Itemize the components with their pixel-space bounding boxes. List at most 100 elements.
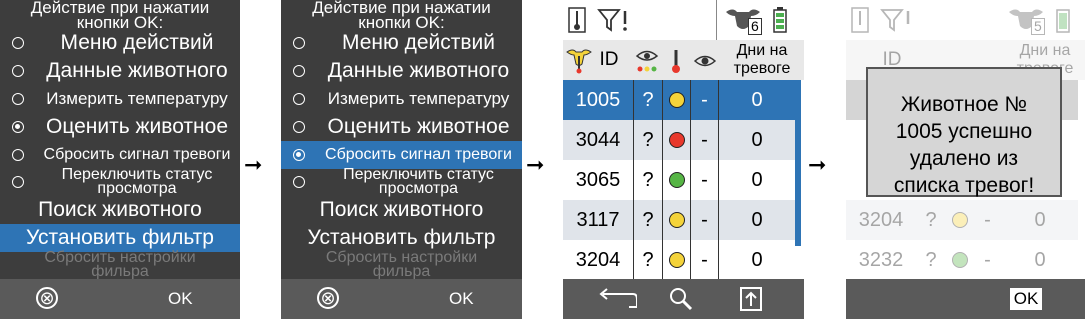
row-view-status: - — [701, 248, 708, 271]
row-id: 3204 — [575, 248, 621, 271]
radio-icon — [293, 176, 305, 188]
set-filter-item[interactable]: Установить фильтр — [281, 224, 522, 252]
radio-icon — [12, 176, 24, 188]
row-status: ? — [642, 128, 654, 151]
menu-item-rate-animal[interactable]: Оценить животное — [0, 113, 240, 141]
radio-icon — [293, 121, 305, 133]
search-animal-item[interactable]: Поиск животного — [0, 196, 240, 224]
radio-icon — [12, 149, 24, 161]
radio-icon — [293, 37, 305, 49]
table-row[interactable]: 3065? - 0 — [563, 160, 795, 200]
table-row[interactable]: 3044? - 0 — [563, 120, 795, 160]
search-icon[interactable] — [669, 287, 693, 311]
menu-item-animal-data[interactable]: Данные животного — [0, 57, 240, 85]
table-row[interactable]: 3117? - 0 — [563, 200, 795, 240]
scrollbar[interactable] — [795, 80, 801, 246]
menu-item-reset-alarm[interactable]: Сбросить сигнал тревоги — [0, 141, 240, 169]
row-status: ? — [925, 248, 937, 271]
row-temp-indicator — [663, 200, 690, 240]
row-days: 0 — [1034, 248, 1046, 271]
row-temp-indicator — [663, 240, 690, 280]
thermometer-scale-icon[interactable] — [567, 7, 587, 33]
dialog-text-line: удалено из — [909, 147, 1019, 170]
menu-item-actions[interactable]: Меню действий — [281, 29, 522, 57]
alarm-list-panel: 6 ID Дни на тревоге 1005 ? - 0 3044 ? - … — [563, 0, 804, 319]
softkey-bar: OK — [846, 279, 1085, 319]
list-header: ID Дни на тревоге — [563, 40, 804, 80]
dialog-text-line: 1005 успешно — [895, 120, 1033, 143]
set-filter-item[interactable]: Установить фильтр — [0, 224, 240, 252]
menu-item-toggle-view[interactable]: Переключить статус просмотра — [0, 166, 240, 197]
search-animal-item[interactable]: Поиск животного — [281, 196, 522, 224]
thermometer-icon — [672, 50, 680, 73]
row-id: 3044 — [575, 128, 621, 151]
row-days: 0 — [751, 248, 763, 271]
row-temp-indicator — [663, 120, 690, 160]
row-status: ? — [642, 208, 654, 231]
softkey-bar: ⊗ OK — [281, 279, 522, 319]
radio-selected-icon — [12, 121, 24, 133]
menu-item-measure-temp[interactable]: Измерить температуру — [281, 85, 522, 113]
cancel-icon[interactable]: ⊗ — [36, 287, 58, 309]
battery-icon — [773, 7, 787, 33]
menu-header: Действие при нажатии кнопки OK: — [312, 0, 491, 32]
menu-item-animal-data[interactable]: Данные животного — [281, 57, 522, 85]
row-id: 3204 — [858, 208, 904, 231]
menu-item-reset-alarm[interactable]: Сбросить сигнал тревоги — [281, 141, 522, 169]
table-row[interactable]: 3204? - 0 — [846, 200, 1078, 240]
ok-button[interactable]: OK — [449, 289, 474, 309]
ok-button[interactable]: OK — [168, 289, 193, 309]
table-row[interactable]: 1005? - 0 — [563, 80, 795, 120]
list-toolbar: 6 — [563, 0, 804, 41]
row-view-status: - — [701, 168, 708, 191]
column-days-on-alarm: Дни на тревоге — [733, 42, 791, 77]
menu-item-label: Переключить статус просмотра — [61, 166, 213, 197]
battery-icon — [1056, 9, 1070, 33]
arrow-icon: ➞ — [244, 152, 263, 177]
status-dot-icon — [668, 172, 685, 188]
radio-icon — [12, 93, 24, 105]
status-dot-icon — [668, 132, 685, 148]
menu-header: Действие при нажатии кнопки OK: — [0, 0, 240, 31]
menu-item-measure-temp[interactable]: Измерить температуру — [0, 85, 240, 113]
row-temp-indicator — [946, 200, 973, 240]
upload-icon[interactable] — [739, 286, 763, 312]
ok-button[interactable]: OK — [1010, 288, 1042, 310]
table-row[interactable]: 3204? - 0 — [563, 240, 795, 280]
dialog-text-line: списка тревог! — [893, 174, 1035, 197]
cancel-icon[interactable]: ⊗ — [317, 287, 339, 309]
row-temp-indicator — [663, 80, 690, 120]
menu-item-label: Данные животного — [46, 59, 228, 82]
row-temp-indicator — [946, 240, 973, 280]
row-view-status: - — [701, 128, 708, 151]
row-status: ? — [642, 248, 654, 271]
animal-count-badge: 6 — [748, 18, 762, 35]
row-id: 3232 — [858, 248, 904, 271]
row-status: ? — [925, 208, 937, 231]
row-id: 3065 — [575, 168, 621, 191]
eye-traffic-light-icon — [635, 50, 659, 72]
radio-icon — [293, 93, 305, 105]
menu-item-label: Меню действий — [60, 31, 214, 54]
menu-item-rate-animal[interactable]: Оценить животное — [281, 113, 522, 141]
reset-filter-item: Сбросить настройки фильра — [44, 249, 196, 280]
radio-icon — [12, 37, 24, 49]
eye-icon — [693, 55, 717, 67]
arrow-icon: ➞ — [808, 152, 827, 177]
confirmation-dialog: Животное № 1005 успешно удалено из списк… — [866, 67, 1062, 197]
radio-selected-icon — [293, 149, 305, 161]
row-view-status: - — [984, 248, 991, 271]
filter-icon — [880, 9, 910, 32]
row-view-status: - — [701, 88, 708, 111]
menu-item-actions[interactable]: Меню действий — [0, 29, 240, 57]
softkey-bar: ⊗ OK — [0, 279, 240, 319]
back-arrow-icon[interactable] — [593, 287, 637, 311]
row-days: 0 — [751, 88, 763, 111]
menu-item-toggle-view[interactable]: Переключить статус просмотра — [281, 167, 522, 197]
row-view-status: - — [701, 208, 708, 231]
row-days: 0 — [751, 128, 763, 151]
filter-icon[interactable] — [597, 7, 631, 33]
radio-icon — [293, 65, 305, 77]
table-row[interactable]: 3232? - 0 — [846, 240, 1078, 280]
reset-filter-item: Сбросить настройки фильра — [325, 249, 478, 280]
